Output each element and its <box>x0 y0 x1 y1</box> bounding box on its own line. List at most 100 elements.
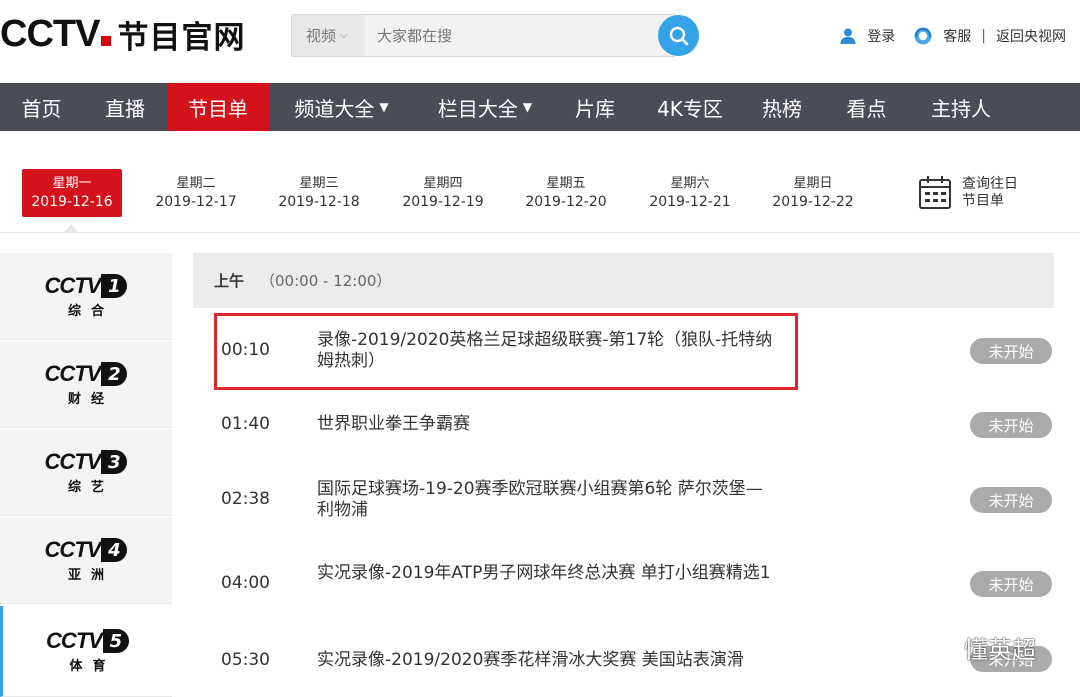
nav-hot-label: 热榜 <box>762 96 802 121</box>
header-separator: | <box>981 28 986 44</box>
history-label: 查询往日 节目单 <box>962 176 1018 210</box>
channel-name: 综艺 <box>67 480 114 495</box>
wechat-icon <box>919 633 956 661</box>
program-title[interactable]: 世界职业拳王争霸赛 <box>317 414 777 435</box>
caret-down-icon: ▼ <box>522 100 533 114</box>
date-weekday: 星期三 <box>299 176 339 191</box>
program-row[interactable]: 02:38 国际足球赛场-19-20赛季欧冠联赛小组赛第6轮 萨尔茨堡—利物浦 … <box>193 463 1054 533</box>
date-value: 2019-12-21 <box>649 194 731 210</box>
date-tab-tue[interactable]: 星期二 2019-12-17 <box>146 169 246 217</box>
active-date-pointer <box>64 224 78 232</box>
nav-library-label: 片库 <box>575 96 615 121</box>
program-row[interactable]: 01:40 世界职业拳王争霸赛 未开始 <box>193 395 1054 451</box>
channel-name: 体育 <box>69 659 116 674</box>
program-row[interactable]: 00:10 录像-2019/2020英格兰足球超级联赛-第17轮（狼队-托特纳姆… <box>193 313 1054 383</box>
channel-name: 财经 <box>67 392 114 407</box>
nav-library[interactable]: 片库 <box>556 83 634 131</box>
period-range: （00:00 - 12:00） <box>260 272 392 290</box>
search-category-label: 视频 <box>306 27 337 45</box>
channel-brand: CCTV <box>44 273 102 298</box>
nav-live-label: 直播 <box>105 96 145 121</box>
program-row[interactable]: 04:00 实况录像-2019年ATP男子网球年终总决赛 单打小组赛精选1 未开… <box>193 547 1054 617</box>
return-cctv-link[interactable]: 返回央视网 <box>996 26 1066 46</box>
channel-logo: CCTV 1 综合 <box>45 273 128 319</box>
date-weekday: 星期二 <box>176 176 216 191</box>
date-weekday: 星期六 <box>670 176 710 191</box>
channel-number: 5 <box>102 629 129 653</box>
program-title[interactable]: 国际足球赛场-19-20赛季欧冠联赛小组赛第6轮 萨尔茨堡—利物浦 <box>317 479 777 521</box>
nav-home[interactable]: 首页 <box>0 83 83 131</box>
channel-item-cctv1[interactable]: CCTV 1 综合 <box>0 253 172 340</box>
nav-highlights[interactable]: 看点 <box>818 83 915 131</box>
nav-4k[interactable]: 4K专区 <box>634 83 746 131</box>
status-badge: 未开始 <box>970 338 1052 364</box>
history-line1: 查询往日 <box>962 176 1018 192</box>
channel-number: 1 <box>101 274 128 298</box>
search-bar: 视频 ⌵ <box>291 14 699 57</box>
program-time: 02:38 <box>221 489 270 509</box>
logo-cctv-text: CCTV <box>0 12 100 55</box>
nav-hosts-label: 主持人 <box>931 96 991 121</box>
channel-logo: CCTV 5 体育 <box>46 628 129 674</box>
channel-logo: CCTV 2 财经 <box>45 361 128 407</box>
date-tab-sun[interactable]: 星期日 2019-12-22 <box>763 169 863 217</box>
nav-schedule-label: 节目单 <box>188 96 248 121</box>
search-button[interactable] <box>658 15 699 56</box>
logo-red-dot <box>101 36 112 46</box>
search-input[interactable] <box>365 14 675 57</box>
channel-brand: CCTV <box>44 361 102 386</box>
history-schedule-link[interactable]: 查询往日 节目单 <box>918 175 1018 211</box>
login-link[interactable]: 登录 <box>839 26 895 46</box>
nav-live[interactable]: 直播 <box>83 83 167 131</box>
program-title[interactable]: 录像-2019/2020英格兰足球超级联赛-第17轮（狼队-托特纳姆热刺） <box>317 330 777 372</box>
nav-schedule[interactable]: 节目单 <box>167 83 269 131</box>
program-title[interactable]: 实况录像-2019年ATP男子网球年终总决赛 单打小组赛精选1 <box>317 563 777 584</box>
nav-columns[interactable]: 栏目大全 ▼ <box>414 83 556 131</box>
nav-channels[interactable]: 频道大全 ▼ <box>269 83 414 131</box>
date-value: 2019-12-16 <box>31 194 113 210</box>
date-value: 2019-12-19 <box>402 194 484 210</box>
date-tab-thu[interactable]: 星期四 2019-12-19 <box>393 169 493 217</box>
period-title: 上午 <box>214 272 245 290</box>
channel-name: 亚洲 <box>67 568 114 583</box>
customer-service-icon <box>914 27 932 45</box>
user-icon <box>840 28 856 44</box>
nav-hot[interactable]: 热榜 <box>746 83 818 131</box>
date-weekday: 星期一 <box>52 176 92 191</box>
program-title[interactable]: 实况录像-2019/2020赛季花样滑冰大奖赛 美国站表演滑 <box>317 650 777 671</box>
date-value: 2019-12-17 <box>155 194 237 210</box>
channel-name: 综合 <box>67 304 114 319</box>
date-tab-mon[interactable]: 星期一 2019-12-16 <box>22 169 122 217</box>
channel-item-cctv4[interactable]: CCTV 4 亚洲 <box>0 517 172 604</box>
watermark-text: 懂英超 <box>964 636 1036 664</box>
period-header: 上午 （00:00 - 12:00） <box>193 253 1054 308</box>
channel-item-cctv3[interactable]: CCTV 3 综艺 <box>0 429 172 516</box>
channel-brand: CCTV <box>44 537 102 562</box>
program-time: 04:00 <box>221 573 270 593</box>
channel-item-cctv2[interactable]: CCTV 2 财经 <box>0 341 172 428</box>
calendar-icon <box>919 176 951 209</box>
date-tab-wed[interactable]: 星期三 2019-12-18 <box>269 169 369 217</box>
service-link[interactable]: 客服 <box>913 26 971 46</box>
date-tab-sat[interactable]: 星期六 2019-12-21 <box>640 169 740 217</box>
channel-brand: CCTV <box>46 628 103 653</box>
date-weekday: 星期日 <box>793 176 833 191</box>
main-nav: 首页 直播 节目单 频道大全 ▼ 栏目大全 ▼ 片库 4K专区 热榜 看点 主持人 <box>0 83 1080 131</box>
logo-site-name: 节目官网 <box>117 19 246 56</box>
login-label: 登录 <box>867 29 896 45</box>
date-tab-fri[interactable]: 星期五 2019-12-20 <box>516 169 616 217</box>
site-logo[interactable]: CCTV 节目官网 <box>0 12 246 56</box>
channel-brand: CCTV <box>44 449 102 474</box>
channel-logo: CCTV 3 综艺 <box>45 449 128 495</box>
nav-4k-label: 4K专区 <box>657 96 723 121</box>
nav-hosts[interactable]: 主持人 <box>915 83 1007 131</box>
status-badge: 未开始 <box>970 487 1052 513</box>
channel-item-cctv5[interactable]: CCTV 5 体育 <box>0 606 172 697</box>
channel-logo: CCTV 4 亚洲 <box>45 537 128 583</box>
site-header: CCTV 节目官网 视频 ⌵ 登录 <box>0 0 1080 83</box>
program-time: 01:40 <box>221 414 270 434</box>
search-category-select[interactable]: 视频 ⌵ <box>291 14 365 57</box>
status-badge: 未开始 <box>970 412 1052 438</box>
date-value: 2019-12-20 <box>525 194 607 210</box>
channel-number: 4 <box>101 538 128 562</box>
